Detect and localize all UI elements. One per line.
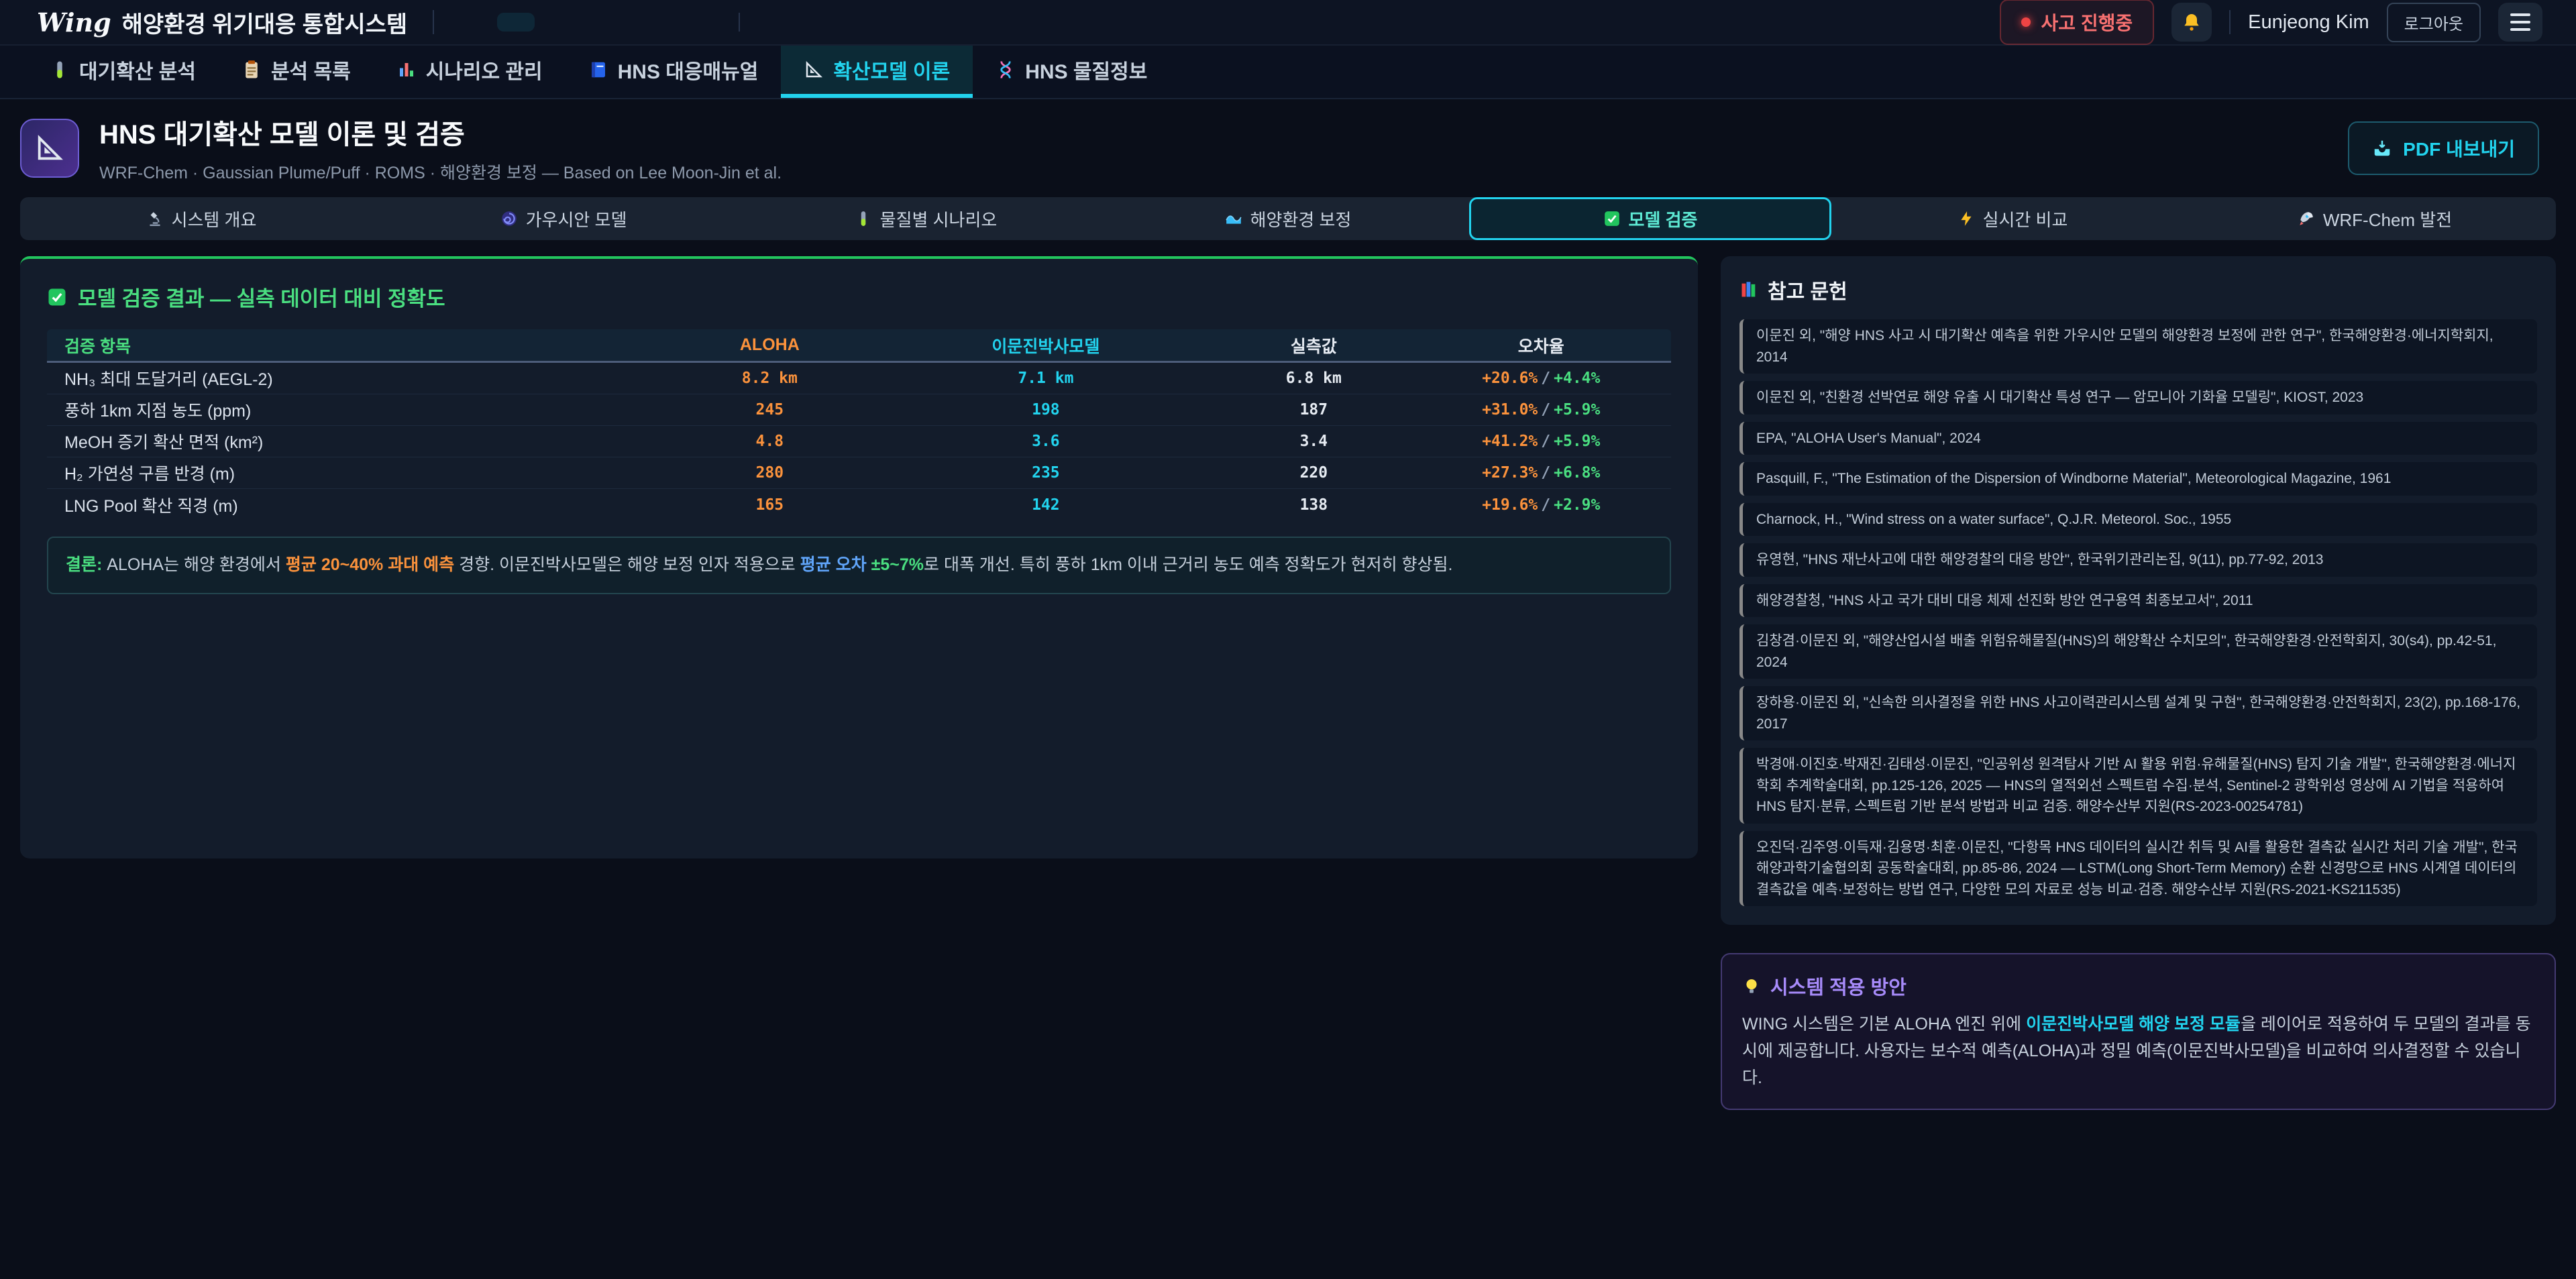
section-tab[interactable]: 실시간 비교 bbox=[1831, 197, 2194, 240]
main-content: 모델 검증 결과 — 실측 데이터 대비 정확도 검증 항목 ALOHA 이문진… bbox=[20, 256, 2556, 1110]
sub-nav-tab[interactable]: HNS 물질정보 bbox=[973, 46, 1170, 98]
validation-panel-title: 모델 검증 결과 — 실측 데이터 대비 정확도 bbox=[47, 282, 1671, 312]
book-icon bbox=[588, 60, 608, 80]
error-rate-cell: +19.6%/+2.9% bbox=[1411, 496, 1671, 514]
validation-table: 검증 항목 ALOHA 이문진박사모델 실측값 오차율 NH₃ 최대 도달거리 … bbox=[47, 329, 1671, 520]
triangle-ruler-icon bbox=[34, 133, 65, 164]
top-nav-item[interactable] bbox=[497, 13, 535, 32]
page-icon-badge bbox=[20, 119, 79, 178]
dna-icon bbox=[996, 60, 1016, 80]
check-icon bbox=[47, 287, 67, 307]
test-tube-icon bbox=[50, 60, 70, 80]
reference-item: 김창겸·이문진 외, "해양산업시설 배출 위험유해물질(HNS)의 해양확산 … bbox=[1739, 624, 2537, 679]
app-header: Wing 해양환경 위기대응 통합시스템 사고 진행중 Eunjeong Kim… bbox=[0, 0, 2576, 46]
system-application-panel: 시스템 적용 방안 WING 시스템은 기본 ALOHA 엔진 위에 이문진박사… bbox=[1721, 953, 2556, 1110]
top-nav-item[interactable] bbox=[647, 13, 685, 32]
top-nav-item[interactable] bbox=[610, 13, 647, 32]
reference-item: EPA, "ALOHA User's Manual", 2024 bbox=[1739, 422, 2537, 455]
user-name: Eunjeong Kim bbox=[2248, 11, 2369, 34]
incident-status-label: 사고 진행중 bbox=[2041, 9, 2133, 36]
wave-icon bbox=[1225, 210, 1242, 227]
sub-nav-tab[interactable]: 시나리오 관리 bbox=[374, 46, 566, 98]
notifications-button[interactable] bbox=[2171, 3, 2212, 42]
error-rate-cell: +31.0%/+5.9% bbox=[1411, 401, 1671, 419]
page-title: HNS 대기확산 모델 이론 및 검증 bbox=[99, 113, 782, 152]
divider bbox=[433, 10, 434, 34]
top-nav bbox=[460, 13, 794, 32]
section-tab[interactable]: WRF-Chem 발전 bbox=[2194, 197, 2556, 240]
validation-table-body: NH₃ 최대 도달거리 (AEGL-2) 8.2 km 7.1 km 6.8 k… bbox=[47, 363, 1671, 520]
sub-nav-tab[interactable]: 분석 목록 bbox=[219, 46, 374, 98]
error-rate-cell: +20.6%/+4.4% bbox=[1411, 370, 1671, 387]
table-row: NH₃ 최대 도달거리 (AEGL-2) 8.2 km 7.1 km 6.8 k… bbox=[47, 363, 1671, 394]
section-tab-bar: 시스템 개요 가우시안 모델 물질별 시나리오 해양환경 보정 모델 검증 실시… bbox=[20, 197, 2556, 240]
section-tab[interactable]: 시스템 개요 bbox=[20, 197, 382, 240]
books-icon bbox=[1739, 280, 1758, 299]
reference-item: 박경애·이진호·박재진·김태성·이문진, "인공위성 원격탐사 기반 AI 활용… bbox=[1739, 748, 2537, 824]
sub-nav-tab[interactable]: 대기확산 분석 bbox=[27, 46, 219, 98]
right-column: 참고 문헌 이문진 외, "해양 HNS 사고 시 대기확산 예측을 위한 가우… bbox=[1721, 256, 2556, 1110]
reference-item: Pasquill, F., "The Estimation of the Dis… bbox=[1739, 462, 2537, 496]
test-tube-icon bbox=[855, 210, 872, 227]
reference-item: 유영현, "HNS 재난사고에 대한 해양경찰의 대응 방안", 한국위기관리논… bbox=[1739, 543, 2537, 577]
page-title-block: HNS 대기확산 모델 이론 및 검증 WRF-Chem · Gaussian … bbox=[99, 113, 782, 184]
system-application-body: WING 시스템은 기본 ALOHA 엔진 위에 이문진박사모델 해양 보정 모… bbox=[1742, 1011, 2534, 1091]
validation-table-header: 검증 항목 ALOHA 이문진박사모델 실측값 오차율 bbox=[47, 329, 1671, 363]
model-validation-panel: 모델 검증 결과 — 실측 데이터 대비 정확도 검증 항목 ALOHA 이문진… bbox=[20, 256, 1698, 858]
section-tab[interactable]: 해양환경 보정 bbox=[1107, 197, 1469, 240]
clipboard-icon bbox=[241, 60, 262, 80]
section-tab[interactable]: 물질별 시나리오 bbox=[745, 197, 1107, 240]
table-row: LNG Pool 확산 직경 (m) 165 142 138 +19.6%/+2… bbox=[47, 489, 1671, 520]
bell-icon bbox=[2181, 11, 2202, 33]
incident-status-badge: 사고 진행중 bbox=[2000, 0, 2155, 45]
table-row: 풍하 1km 지점 농도 (ppm) 245 198 187 +31.0%/+5… bbox=[47, 394, 1671, 426]
pdf-export-button[interactable]: PDF 내보내기 bbox=[2348, 121, 2539, 175]
top-nav-item[interactable] bbox=[535, 13, 572, 32]
conclusion-note: 결론: ALOHA는 해양 환경에서 평균 20~40% 과대 예측 경향. 이… bbox=[47, 537, 1671, 594]
table-row: H₂ 가연성 구름 반경 (m) 280 235 220 +27.3%/+6.8… bbox=[47, 457, 1671, 489]
sub-nav-tab[interactable]: HNS 대응매뉴얼 bbox=[566, 46, 782, 98]
triangle-ruler-icon bbox=[804, 60, 824, 80]
reference-item: 오진덕·김주영·이득재·김용명·최훈·이문진, "다항목 HNS 데이터의 실시… bbox=[1739, 831, 2537, 907]
error-rate-cell: +27.3%/+6.8% bbox=[1411, 464, 1671, 482]
header-right: 사고 진행중 Eunjeong Kim 로그아웃 bbox=[2000, 0, 2542, 45]
reference-item: Charnock, H., "Wind stress on a water su… bbox=[1739, 503, 2537, 537]
divider bbox=[2229, 10, 2231, 34]
logout-button[interactable]: 로그아웃 bbox=[2387, 3, 2481, 42]
sub-nav-tab[interactable]: 확산모델 이론 bbox=[781, 46, 973, 98]
brand-title: 해양환경 위기대응 통합시스템 bbox=[122, 6, 408, 39]
microscope-icon bbox=[146, 210, 164, 227]
page-header: HNS 대기확산 모델 이론 및 검증 WRF-Chem · Gaussian … bbox=[0, 99, 2576, 194]
table-row: MeOH 증기 확산 면적 (km²) 4.8 3.6 3.4 +41.2%/+… bbox=[47, 426, 1671, 457]
check-icon bbox=[1603, 210, 1621, 227]
error-rate-cell: +41.2%/+5.9% bbox=[1411, 433, 1671, 450]
reference-item: 장하용·이문진 외, "신속한 의사결정을 위한 HNS 사고이력관리시스템 설… bbox=[1739, 686, 2537, 740]
reference-item: 이문진 외, "해양 HNS 사고 시 대기확산 예측을 위한 가우시안 모델의… bbox=[1739, 319, 2537, 374]
lightning-icon bbox=[1957, 210, 1975, 227]
reference-item: 이문진 외, "친환경 선박연료 해양 유출 시 대기확산 특성 연구 — 암모… bbox=[1739, 381, 2537, 414]
top-nav-item[interactable] bbox=[572, 13, 610, 32]
page-subtitle: WRF-Chem · Gaussian Plume/Puff · ROMS · … bbox=[99, 160, 782, 184]
references-list: 이문진 외, "해양 HNS 사고 시 대기확산 예측을 위한 가우시안 모델의… bbox=[1739, 319, 2537, 906]
top-nav-item[interactable] bbox=[460, 13, 497, 32]
brand-logo: Wing bbox=[37, 7, 111, 38]
inbox-down-icon bbox=[2372, 138, 2392, 158]
bar-chart-icon bbox=[396, 60, 417, 80]
reference-item: 해양경찰청, "HNS 사고 국가 대비 대응 체제 선진화 방안 연구용역 최… bbox=[1739, 584, 2537, 618]
references-title: 참고 문헌 bbox=[1739, 275, 2537, 304]
references-panel: 참고 문헌 이문진 외, "해양 HNS 사고 시 대기확산 예측을 위한 가우… bbox=[1721, 256, 2556, 925]
section-tab[interactable]: 가우시안 모델 bbox=[382, 197, 745, 240]
system-application-title: 시스템 적용 방안 bbox=[1742, 972, 2534, 1000]
sub-nav: 대기확산 분석 분석 목록 시나리오 관리 HNS 대응매뉴얼 확산모델 이론 … bbox=[0, 46, 2576, 99]
hamburger-menu-button[interactable] bbox=[2498, 3, 2542, 42]
cyclone-icon bbox=[500, 210, 518, 227]
top-nav-item[interactable] bbox=[685, 13, 722, 32]
status-dot-icon bbox=[2021, 17, 2031, 27]
section-tab[interactable]: 모델 검증 bbox=[1469, 197, 1831, 240]
bulb-icon bbox=[1742, 977, 1761, 995]
brand: Wing 해양환경 위기대응 통합시스템 bbox=[37, 6, 407, 39]
top-nav-item[interactable] bbox=[739, 13, 794, 32]
rocket-icon bbox=[2298, 210, 2315, 227]
